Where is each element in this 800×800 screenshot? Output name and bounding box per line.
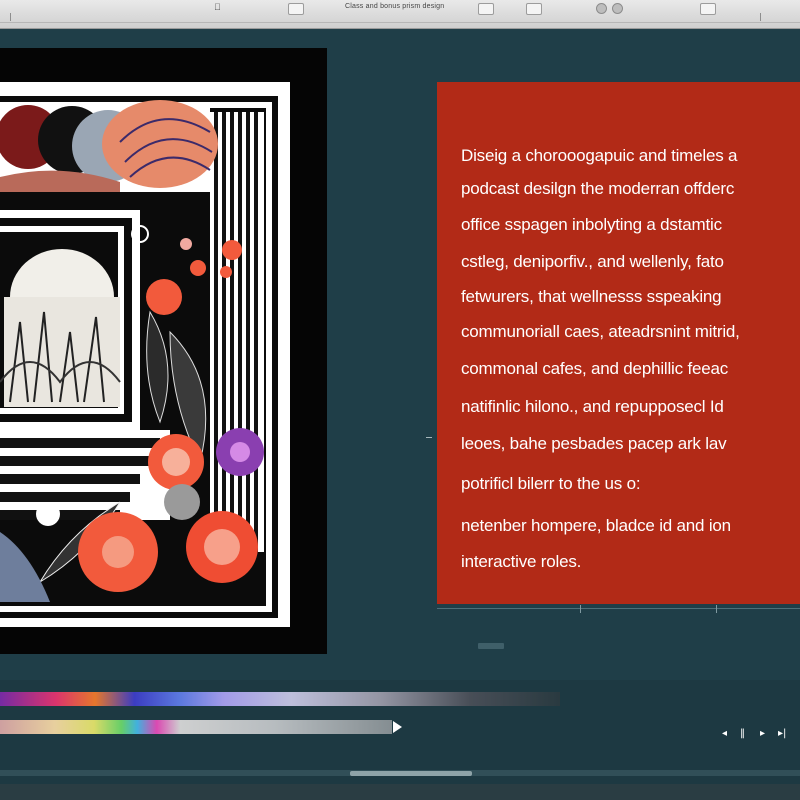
toolbar-button[interactable] [526, 3, 542, 15]
step-forward-icon[interactable]: ▸ [760, 728, 765, 739]
text-line: natifinlic hilono., and repupposecl Id [461, 397, 724, 416]
text-line: cstleg, deniporfiv., and wellenly, fato [461, 252, 724, 271]
text-line: fetwurers, that wellnesss sspeaking [461, 287, 722, 306]
guide-marker [426, 437, 432, 438]
window-title: Class and bonus prism design [345, 3, 445, 10]
scrollbar-thumb[interactable] [350, 771, 472, 776]
text-line: potrificl bilerr to the us o: [461, 474, 641, 493]
text-line: Diseig a chorooogapuic and timeles a [461, 146, 738, 165]
color-track-bottom[interactable] [0, 720, 392, 734]
toolbar-dot[interactable] [596, 3, 607, 14]
text-line: netenber hompere, bladce id and ion [461, 516, 731, 535]
apple-icon[interactable]:  [214, 2, 221, 12]
canvas-artboard[interactable] [0, 82, 290, 627]
striped-wall [210, 112, 264, 552]
guide-marker [580, 605, 581, 613]
bottom-edge [0, 784, 800, 800]
toolbar-button[interactable] [478, 3, 494, 15]
step-back-icon[interactable]: ◂ [722, 728, 727, 739]
title-bar:  Class and bonus prism design [0, 0, 800, 29]
caption-placeholder [478, 643, 504, 649]
ruler-tick [760, 13, 761, 21]
top-circles [0, 100, 218, 192]
ruler [0, 22, 800, 23]
text-line: podcast desilgn the moderran offderc [461, 179, 735, 198]
pause-icon[interactable]: ‖ [740, 728, 745, 739]
text-line: leoes, bahe pesbades pacep ark lav [461, 434, 727, 453]
skip-end-icon[interactable]: ▸| [778, 728, 786, 739]
text-line: communoriall caes, ateadrsnint mitrid, [461, 322, 740, 341]
text-line: office sspagen inbolyting a dstamtic [461, 215, 722, 234]
checker-floor [0, 430, 170, 520]
illustration [0, 82, 290, 627]
text-line: commonal cafes, and dephillic feeac [461, 359, 729, 378]
text-card-baseline [437, 608, 800, 609]
toolbar-dot[interactable] [612, 3, 623, 14]
toolbar-button[interactable] [288, 3, 304, 15]
window-frame [0, 210, 149, 430]
guide-marker [716, 605, 717, 613]
color-track-top[interactable] [0, 692, 560, 706]
play-icon[interactable] [393, 721, 402, 733]
text-line: interactive roles. [461, 552, 582, 571]
toolbar-button[interactable] [700, 3, 716, 15]
text-card[interactable]: Diseig a chorooogapuic and timeles a pod… [437, 82, 800, 604]
ruler-tick [10, 13, 11, 21]
